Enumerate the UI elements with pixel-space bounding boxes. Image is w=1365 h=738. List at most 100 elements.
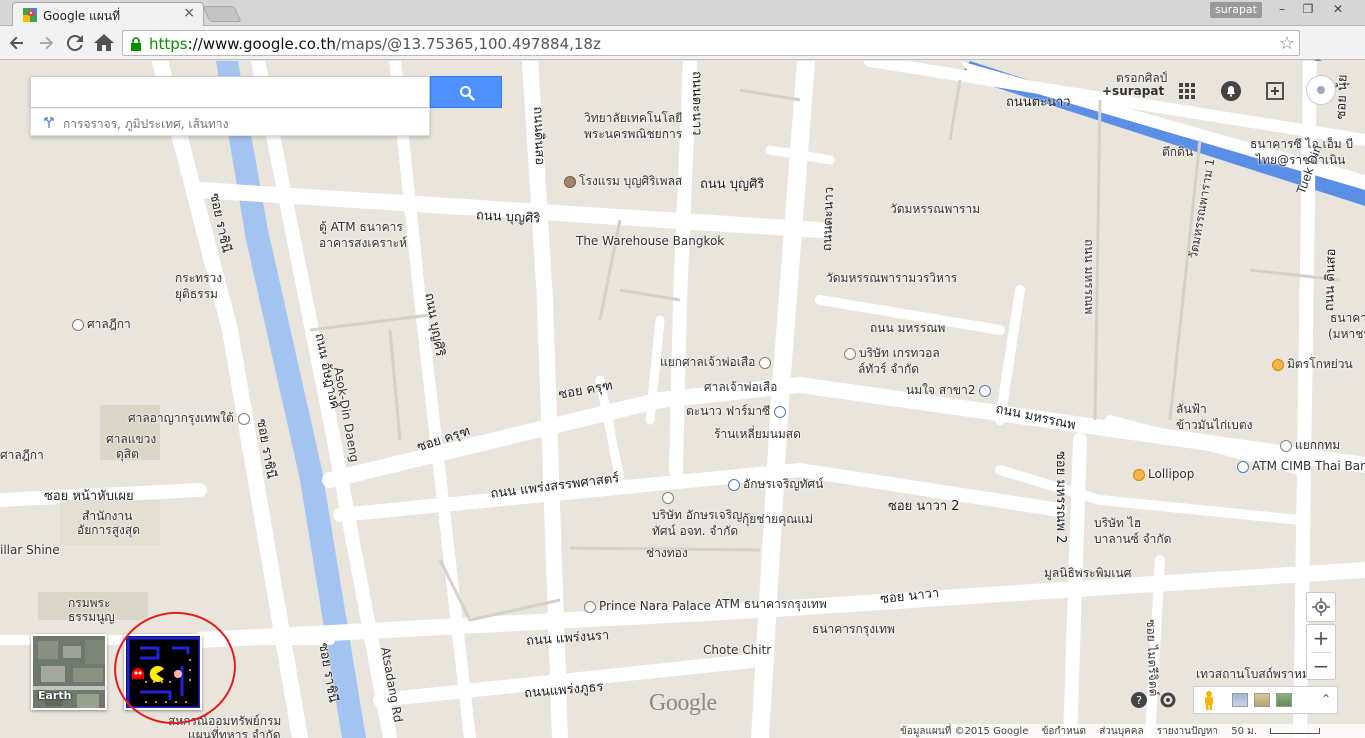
url-scheme: https — [149, 35, 188, 53]
address-bar[interactable]: https://www.google.co.th/maps/@13.75365,… — [122, 30, 1300, 56]
landmark-icon — [72, 318, 84, 331]
map-label: illar Shine — [0, 543, 60, 557]
home-icon[interactable] — [92, 31, 116, 55]
tab-close-icon[interactable]: × — [183, 5, 195, 21]
back-icon[interactable] — [5, 31, 29, 55]
map-label: เทวสถานโบสถ์พราหมณ์ — [1196, 667, 1321, 681]
privacy-link[interactable]: ส่วนบุคคล — [1099, 726, 1143, 737]
close-window-button[interactable]: ✕ — [1326, 1, 1350, 17]
map-label: ธนาคารกรุงเทพ — [812, 622, 895, 636]
map-label: แผนที่ทหาร จำกัด — [188, 728, 281, 738]
avatar-image — [1317, 86, 1325, 94]
help-icon: ? — [1131, 692, 1147, 708]
cafe-icon — [1133, 468, 1145, 481]
map-label — [662, 490, 677, 504]
earth-label: Earth — [38, 689, 72, 702]
map-label: ตะนาว ฟาร์มาซี — [686, 402, 789, 421]
map-label: Prince Nara Palace — [584, 599, 711, 613]
url-path: /maps/@13.75365,100.497884,18z — [335, 35, 601, 53]
zoom-control: + − — [1306, 624, 1336, 680]
avatar[interactable] — [1306, 75, 1336, 105]
terrain-layer-thumb[interactable] — [1254, 693, 1270, 707]
photo-layer-thumb[interactable] — [1276, 693, 1292, 707]
office-icon — [662, 491, 674, 504]
road-label: ถนน บุญศิริ — [700, 177, 765, 192]
user-name-link[interactable]: +surapat — [1102, 84, 1164, 98]
google-maps-icon — [23, 8, 37, 22]
map-label: พระนครพณิชยการ — [584, 127, 683, 141]
lock-icon — [131, 37, 141, 51]
new-tab-button[interactable] — [202, 6, 242, 22]
restaurant-icon — [1272, 358, 1284, 371]
map-label: Chote Chitr — [703, 643, 772, 657]
shrine-icon — [759, 356, 772, 369]
map-label: กุ้ยช่ายคุณแม่ — [742, 512, 814, 526]
imagery-layer-thumb[interactable] — [1232, 693, 1248, 707]
directions-hint: การจราจร, ภูมิประเทศ, เส้นทาง — [63, 117, 229, 131]
map-label: แยกกทม — [1280, 436, 1340, 455]
zoom-out-button[interactable]: − — [1307, 653, 1335, 680]
road-label: ซอย นาวา 2 — [888, 499, 960, 514]
road-label: ถนน บุญศิริ — [475, 208, 541, 227]
map-label: ศาลอาญากรุงเทพใต้ — [128, 409, 253, 428]
browser-tab[interactable]: Google แผนที่ × — [12, 2, 204, 26]
my-location-button[interactable] — [1306, 592, 1336, 622]
map-footer: ข้อมูลแผนที่ ©2015 Google ข้อกำหนด ส่วนบ… — [900, 724, 1365, 738]
copyright-text: ข้อมูลแผนที่ ©2015 Google — [900, 726, 1029, 737]
restore-button[interactable]: ❐ — [1296, 1, 1320, 17]
hotel-icon — [564, 175, 576, 188]
map-label: วัดมหรรณพาราม — [890, 202, 981, 216]
pharmacy-icon — [774, 405, 787, 418]
notifications-icon[interactable] — [1220, 80, 1242, 102]
atm-icon — [1237, 460, 1249, 473]
map-label: ข้าวมันไก่เบตง — [1176, 418, 1253, 432]
chevron-up-icon[interactable]: ⌃ — [1321, 692, 1331, 706]
settings-gear-icon — [1160, 692, 1176, 708]
share-plus-icon[interactable] — [1264, 80, 1286, 102]
profile-button[interactable]: surapat — [1210, 2, 1262, 18]
url-host: ://www.google.co.th — [187, 35, 336, 53]
road-label: ถนน มหรรณพ — [1082, 239, 1096, 315]
road-label: ถนนตะนาว — [1006, 95, 1071, 110]
search-input[interactable] — [30, 76, 430, 108]
terms-link[interactable]: ข้อกำหนด — [1042, 726, 1086, 737]
help-settings-group: ? — [1131, 692, 1176, 708]
search-icon — [460, 86, 475, 101]
reload-icon[interactable] — [63, 31, 87, 55]
road-label: ถนนตะนาว — [689, 71, 704, 136]
junction-icon — [1280, 439, 1292, 452]
apps-grid-icon[interactable] — [1176, 80, 1198, 102]
map-label: ทัศน์ อจท. จำกัด — [652, 524, 739, 538]
forward-icon[interactable] — [34, 31, 58, 55]
bookstore-icon — [728, 478, 740, 491]
pegman-icon[interactable] — [1202, 690, 1216, 710]
palace-icon — [584, 600, 596, 613]
map-label: ตึกดิน — [1162, 145, 1194, 159]
directions-bar[interactable]: การจราจร, ภูมิประเทศ, เส้นทาง — [30, 108, 430, 136]
map-label: ATM ธนาคารกรุงเทพ — [715, 597, 827, 611]
map-label: ดุสิต — [116, 447, 139, 461]
title-bar: Google แผนที่ × surapat – ❐ ✕ — [0, 0, 1365, 26]
map-label: นมใจ สาขา2 — [906, 381, 994, 400]
map-label: ธรรมนูญ — [68, 610, 115, 624]
road-label: ถนน มหรรณพ — [870, 321, 946, 335]
office-icon — [844, 347, 856, 360]
earth-view-toggle[interactable]: Earth — [31, 634, 107, 710]
map-label: ร้านเหลี่ยมนมสด — [714, 427, 801, 441]
directions-icon — [44, 117, 54, 128]
browser-toolbar: https://www.google.co.th/maps/@13.75365,… — [0, 26, 1365, 77]
road-label: ซอย มหรรณพ 2 — [1053, 451, 1068, 544]
search-button[interactable] — [430, 76, 502, 108]
map-label: มูลนิธิพระพิมเนศ — [1044, 566, 1132, 580]
google-logo: Google — [649, 690, 717, 716]
map-label: Lollipop — [1133, 467, 1194, 481]
svg-text:?: ? — [1136, 694, 1142, 707]
map-label: ไทย@ราชดำเนิน — [1256, 153, 1346, 167]
bookmark-star-icon[interactable]: ☆ — [1279, 33, 1295, 54]
report-link[interactable]: รายงานปัญหา — [1157, 726, 1218, 737]
minimize-button[interactable]: – — [1270, 1, 1294, 17]
map-label: (มหาชน — [1328, 327, 1365, 341]
shop-icon — [979, 384, 992, 397]
tab-title: Google แผนที่ — [43, 9, 121, 23]
zoom-in-button[interactable]: + — [1307, 625, 1335, 652]
